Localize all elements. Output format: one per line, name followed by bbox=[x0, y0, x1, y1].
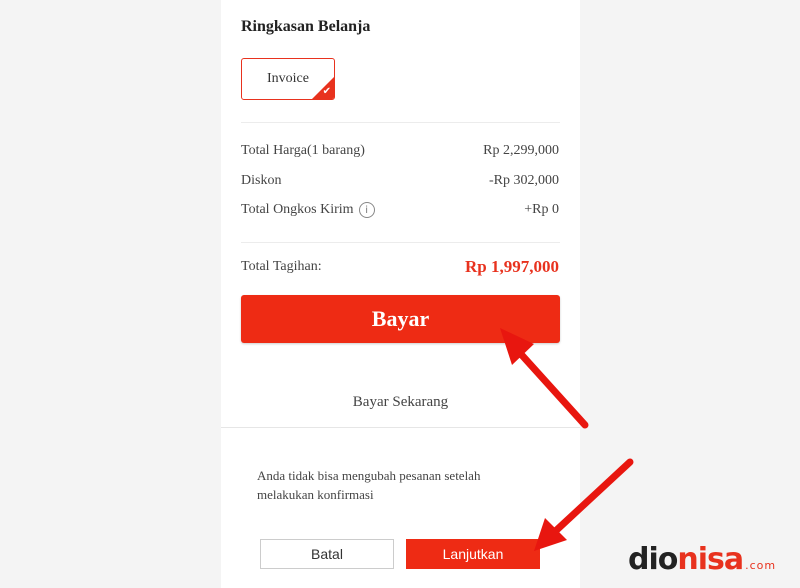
watermark-tld: .com bbox=[745, 559, 777, 572]
total-label: Total Tagihan: bbox=[241, 259, 322, 274]
row-label: Total Ongkos Kirim bbox=[241, 202, 354, 218]
summary-title: Ringkasan Belanja bbox=[241, 18, 371, 35]
confirmation-notice: Anda tidak bisa mengubah pesanan setelah… bbox=[257, 468, 481, 502]
summary-row-total-bill: Total Tagihan: Rp 1,997,000 bbox=[241, 257, 559, 277]
row-value: Rp 2,299,000 bbox=[483, 143, 559, 158]
summary-row-total-price: Total Harga(1 barang) Rp 2,299,000 bbox=[241, 143, 559, 159]
cancel-button[interactable]: Batal bbox=[260, 539, 394, 569]
continue-button[interactable]: Lanjutkan bbox=[406, 539, 540, 569]
row-label: Total Harga(1 barang) bbox=[241, 143, 365, 158]
pay-now-label: Bayar Sekarang bbox=[352, 394, 449, 410]
check-icon: ✔ bbox=[322, 86, 331, 97]
watermark-part2: nisa bbox=[677, 542, 744, 577]
summary-row-discount: Diskon -Rp 302,000 bbox=[241, 173, 559, 189]
info-icon[interactable]: i bbox=[358, 202, 375, 218]
summary-row-shipping: Total Ongkos Kirim i +Rp 0 bbox=[241, 202, 559, 218]
watermark-part1: dio bbox=[628, 542, 678, 577]
confirmation-panel: Anda tidak bisa mengubah pesanan setelah… bbox=[221, 427, 580, 588]
row-label-wrapper: Total Ongkos Kirim i bbox=[241, 202, 375, 218]
watermark-logo: dionisa .com bbox=[628, 544, 776, 582]
row-value: -Rp 302,000 bbox=[489, 173, 559, 188]
divider bbox=[241, 242, 560, 243]
divider bbox=[241, 122, 560, 123]
total-value: Rp 1,997,000 bbox=[465, 257, 559, 276]
invoice-label: Invoice bbox=[267, 71, 309, 86]
order-summary-panel: Ringkasan Belanja Invoice ✔ Total Harga(… bbox=[221, 0, 580, 588]
row-value: +Rp 0 bbox=[524, 202, 559, 218]
row-label: Diskon bbox=[241, 173, 282, 188]
invoice-option[interactable]: Invoice ✔ bbox=[241, 58, 335, 100]
pay-button[interactable]: Bayar bbox=[241, 295, 560, 343]
